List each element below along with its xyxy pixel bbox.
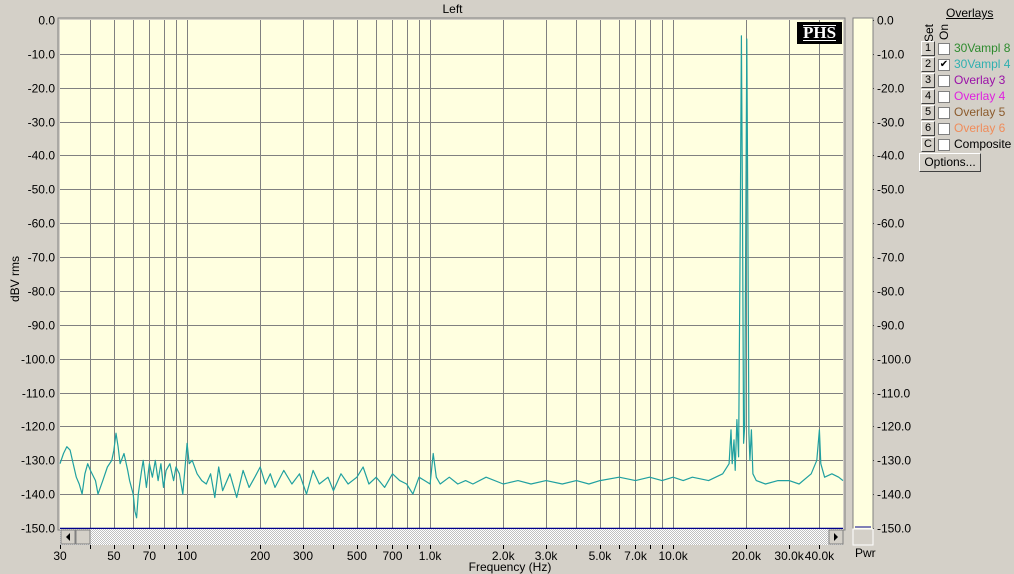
spectrum-chart: 0.0 0.0 -10.0 -10.0 -20.0 -20.0 -30.0 -30.0 -40.… <box>21 14 911 564</box>
overlay-set-button-3[interactable]: 4 <box>921 89 935 104</box>
right-y-tick-label: 0.0 <box>877 14 894 28</box>
power-meter-base <box>852 528 874 546</box>
y-tick-label: -10.0 <box>28 48 56 62</box>
overlay-checkbox-2[interactable] <box>938 75 950 87</box>
x-axis-label: Frequency (Hz) <box>468 560 552 574</box>
right-y-tick-label: -30.0 <box>877 116 905 130</box>
phs-logo: PHS <box>797 22 842 44</box>
overlay-label-5: Overlay 6 <box>954 121 1006 135</box>
y-tick-label: -130.0 <box>21 454 55 468</box>
y-tick-label: -40.0 <box>28 149 56 163</box>
x-tick-label: 50 <box>107 549 121 563</box>
right-y-tick-label: -10.0 <box>877 48 905 62</box>
overlay-set-button-4[interactable]: 5 <box>921 105 935 120</box>
overlay-checkbox-1[interactable]: ✔ <box>938 59 950 71</box>
right-y-tick-label: -20.0 <box>877 82 905 96</box>
overlays-title: Overlays <box>946 6 994 20</box>
x-tick-label: 500 <box>347 549 367 563</box>
overlay-label-0: 30Vampl 8 <box>954 41 1011 55</box>
horizontal-scrollbar[interactable] <box>60 529 843 545</box>
y-tick-label: -100.0 <box>21 353 55 367</box>
set-column-header: Set <box>922 23 936 42</box>
right-y-tick-label: -120.0 <box>877 420 911 434</box>
overlay-set-button-0[interactable]: 1 <box>921 41 935 56</box>
plot-area <box>60 20 843 528</box>
right-y-tick-label: -60.0 <box>877 217 905 231</box>
on-column-header: On <box>937 23 951 40</box>
overlay-label-2: Overlay 3 <box>954 73 1006 87</box>
y-tick-label: -30.0 <box>28 116 56 130</box>
power-meter-label: Pwr <box>855 546 876 560</box>
chart-title: Left <box>442 2 463 16</box>
y-tick-label: -80.0 <box>28 285 56 299</box>
overlay-set-button-2[interactable]: 3 <box>921 73 935 88</box>
overlay-label-3: Overlay 4 <box>954 89 1006 103</box>
right-y-tick-label: -50.0 <box>877 183 905 197</box>
overlay-checkbox-6[interactable] <box>938 139 950 151</box>
x-tick-label: 700 <box>382 549 402 563</box>
y-tick-label: -120.0 <box>21 420 55 434</box>
power-meter <box>852 17 874 530</box>
right-y-tick-label: -110.0 <box>877 387 910 401</box>
overlay-checkbox-3[interactable] <box>938 91 950 103</box>
overlay-set-button-1[interactable]: 2 <box>921 57 935 72</box>
x-tick-label: 1.0k <box>419 549 443 563</box>
right-y-tick-label: -140.0 <box>877 488 911 502</box>
right-y-tick-label: -40.0 <box>877 149 905 163</box>
x-tick-label: 5.0k <box>589 549 613 563</box>
y-tick-label: -50.0 <box>28 183 56 197</box>
options-button[interactable]: Options... <box>919 153 981 172</box>
overlay-label-1: 30Vampl 4 <box>954 57 1011 71</box>
right-y-tick-label: -90.0 <box>877 319 905 333</box>
overlay-set-button-5[interactable]: 6 <box>921 121 935 136</box>
x-tick-label: 20.0k <box>732 549 762 563</box>
right-y-tick-label: -130.0 <box>877 454 911 468</box>
x-tick-label: 200 <box>250 549 270 563</box>
overlay-label-4: Overlay 5 <box>954 105 1006 119</box>
y-tick-label: -70.0 <box>28 251 56 265</box>
overlay-label-6: Composite <box>954 137 1012 151</box>
x-tick-label: 7.0k <box>624 549 648 563</box>
x-tick-label: 30.0k <box>774 549 804 563</box>
x-tick-label: 10.0k <box>658 549 688 563</box>
y-tick-label: -110.0 <box>22 387 55 401</box>
y-tick-label: -150.0 <box>21 522 55 536</box>
y-tick-label: -90.0 <box>28 319 56 333</box>
right-y-tick-label: -80.0 <box>877 285 905 299</box>
y-tick-label: 0.0 <box>38 14 55 28</box>
x-tick-label: 30 <box>53 549 67 563</box>
check-icon: ✔ <box>939 59 949 70</box>
y-axis-label: dBV rms <box>8 256 22 303</box>
overlay-set-button-6[interactable]: C <box>921 137 935 152</box>
overlay-checkbox-5[interactable] <box>938 123 950 135</box>
x-tick-label: 100 <box>177 549 197 563</box>
right-y-tick-label: -150.0 <box>877 522 911 536</box>
scroll-thumb[interactable] <box>75 529 91 545</box>
x-tick-label: 300 <box>293 549 313 563</box>
y-tick-label: -140.0 <box>21 488 55 502</box>
overlay-checkbox-4[interactable] <box>938 107 950 119</box>
y-tick-label: -20.0 <box>28 82 56 96</box>
right-y-tick-label: -100.0 <box>877 353 911 367</box>
y-tick-label: -60.0 <box>28 217 56 231</box>
x-tick-label: 70 <box>143 549 157 563</box>
right-y-tick-label: -70.0 <box>877 251 905 265</box>
overlay-checkbox-0[interactable] <box>938 43 950 55</box>
x-tick-label: 40.0k <box>805 549 835 563</box>
